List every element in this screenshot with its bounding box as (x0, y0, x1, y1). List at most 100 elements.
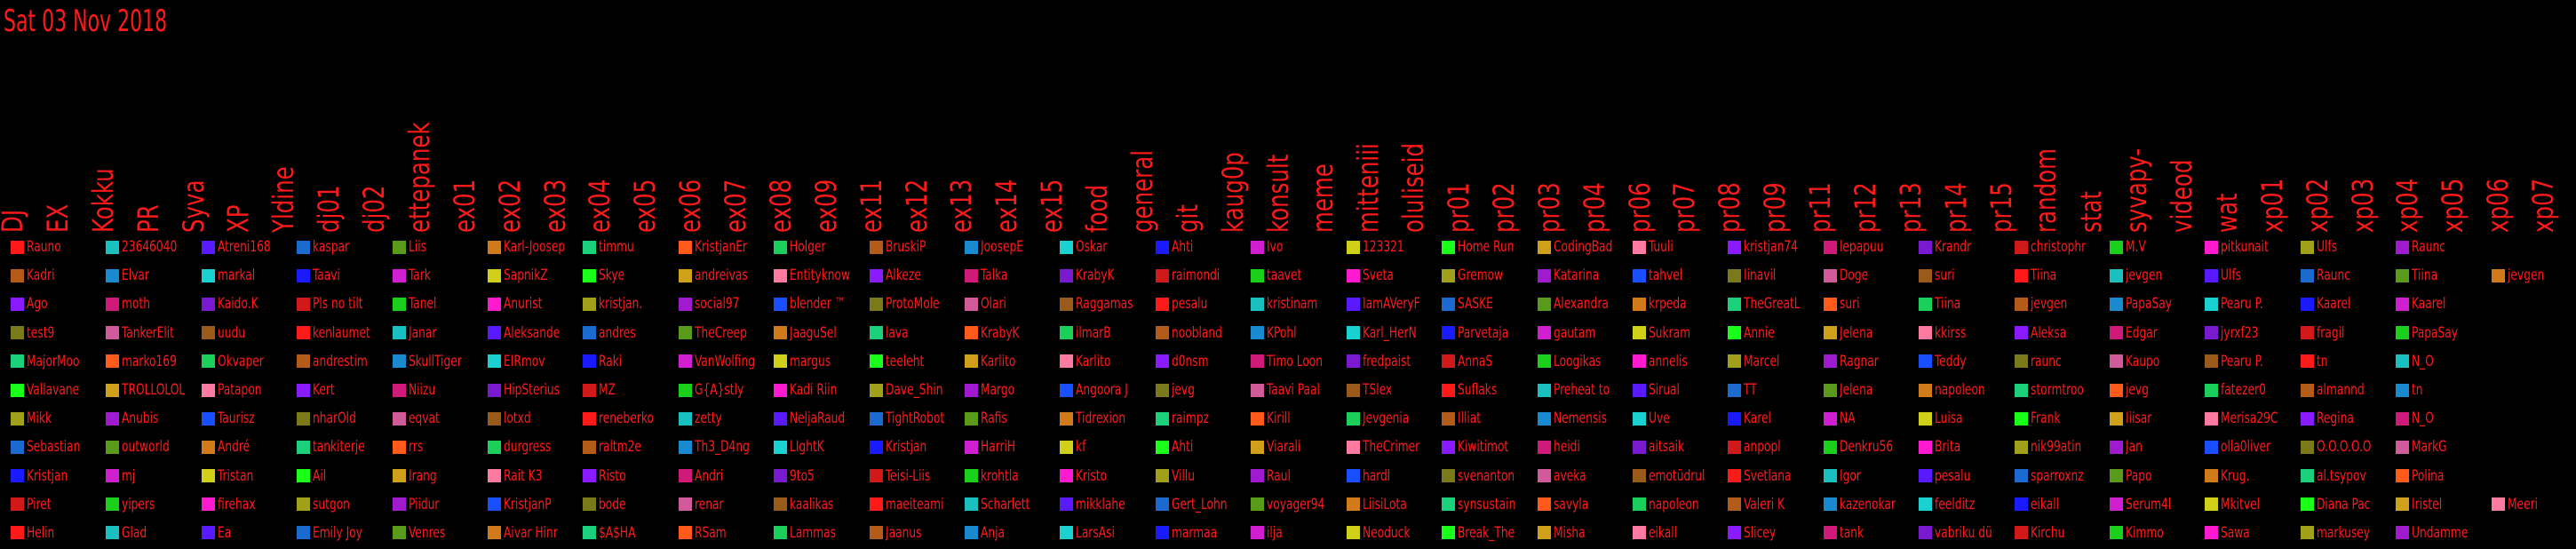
user-name: Gert_Lohn (1171, 495, 1228, 513)
user-color-swatch (1155, 497, 1169, 512)
user-color-swatch (1823, 526, 1837, 540)
user-color-swatch (965, 268, 979, 282)
user-name: Mikk (27, 410, 52, 428)
channel-header-label: PR (131, 204, 165, 233)
user-entry: Raunc (2290, 261, 2385, 290)
user-name: Ulfs (2316, 238, 2337, 257)
user-color-swatch (392, 240, 406, 254)
user-color-swatch (488, 440, 502, 454)
user-entry: marmaa (1145, 519, 1240, 547)
user-name: Mkitvel (2221, 495, 2261, 513)
user-color-swatch (678, 383, 692, 397)
user-entry: Kristjan (859, 433, 954, 461)
user-entry: Raul (1240, 462, 1335, 490)
user-name: Skye (599, 267, 625, 285)
user-name: G{A}stly (694, 381, 744, 400)
channel-header-36: pr06 (1623, 20, 1661, 233)
user-entry: Scharlett (954, 490, 1049, 519)
user-entry: Sveta (1336, 261, 1431, 290)
user-name: stormtroo (2030, 381, 2084, 400)
user-name: markal (217, 267, 256, 285)
user-name: jevg (2125, 381, 2149, 400)
user-entry: Tark (382, 261, 477, 290)
user-name: Elvar (122, 267, 150, 285)
user-entry: Ail (286, 462, 381, 490)
user-name: emotüdrul (1648, 466, 1705, 485)
user-color-swatch (106, 268, 120, 282)
user-name: Glad (122, 523, 147, 542)
user-name: Denkru56 (1839, 438, 1893, 457)
user-entry: Meeri (2481, 490, 2576, 519)
user-entry: blender ™ (763, 290, 858, 318)
user-name: LIghtK (790, 438, 825, 457)
user-color-swatch (869, 240, 883, 254)
user-entry: nharOld (286, 404, 381, 433)
user-name: lotxd (504, 410, 531, 428)
user-color-swatch (2205, 354, 2219, 369)
channel-header-46: stat (2074, 20, 2112, 233)
user-name: raimpz (1171, 410, 1209, 428)
user-color-swatch (965, 497, 979, 512)
user-entry: jevgen (2004, 290, 2099, 318)
user-entry: moth (95, 290, 190, 318)
user-color-swatch (965, 526, 979, 540)
user-color-swatch (1346, 526, 1360, 540)
user-name: Janar (408, 323, 437, 342)
user-entry: Teddy (1908, 347, 2003, 376)
user-entry: Taavi (286, 261, 381, 290)
user-name: TheGreatL (1744, 295, 1801, 314)
user-name: Krandr (1935, 238, 1972, 257)
user-column: christophr Tiina jevgen Aleksa raunc stormtro… (2004, 233, 2099, 547)
user-entry: Karlito (954, 347, 1049, 376)
channel-header-52: xp03 (2346, 20, 2384, 233)
user-color-swatch (2014, 297, 2028, 311)
user-name: Ahti (1171, 238, 1194, 257)
user-name: Karlito (981, 352, 1016, 370)
user-column: Ivo taavet kristinam KPohl Timo Loon Taavi Pa… (1240, 233, 1335, 547)
user-entry (2481, 404, 2576, 433)
user-entry (2481, 290, 2576, 318)
user-name: anpopl (1744, 438, 1782, 457)
user-name: almannd (2316, 381, 2365, 400)
user-color-swatch (583, 497, 597, 512)
user-entry: Skye (572, 261, 667, 290)
user-name: Karl_HerN (1362, 323, 1417, 342)
user-color-swatch (106, 383, 120, 397)
user-color-swatch (297, 497, 311, 512)
user-entry: TankerElit (95, 319, 190, 347)
user-entry: kristjan74 (1717, 233, 1812, 261)
user-entry: olla0liver (2194, 433, 2289, 461)
user-color-swatch (1919, 383, 1933, 397)
user-color-swatch (1346, 440, 1360, 454)
user-color-swatch (1823, 440, 1837, 454)
user-color-swatch (583, 326, 597, 340)
user-color-swatch (1155, 440, 1169, 454)
user-color-swatch (678, 354, 692, 369)
user-name: Timo Loon (1267, 352, 1324, 370)
user-entry: Papo (2099, 462, 2194, 490)
user-entry: KrabyK (954, 319, 1049, 347)
user-entry: Niizu (382, 376, 477, 404)
user-name: test9 (27, 323, 55, 342)
user-color-swatch (1251, 411, 1265, 426)
user-name: Talka (981, 267, 1008, 285)
user-entry: Mikk (0, 404, 95, 433)
user-color-swatch (1346, 497, 1360, 512)
user-name: JaaguSel (790, 323, 838, 342)
user-entry: Krug. (2194, 462, 2289, 490)
channel-header-51: xp02 (2301, 20, 2339, 233)
channel-header-label: ex14 (990, 179, 1024, 233)
user-entry: timmu (572, 233, 667, 261)
channel-header-label: dj02 (357, 185, 392, 233)
user-name: Pls no tilt (313, 295, 363, 314)
user-column: kristjan74 Iinavil TheGreatL Annie Marcel TT K… (1717, 233, 1812, 547)
user-name: durgress (504, 438, 552, 457)
user-entry: kaalikas (763, 490, 858, 519)
user-entry: André (191, 433, 286, 461)
channel-header-label: meme (1306, 163, 1340, 233)
user-color-swatch (2109, 240, 2123, 254)
user-entry (2481, 433, 2576, 461)
user-name: tahvel (1648, 267, 1683, 285)
user-name: Suflaks (1458, 381, 1498, 400)
user-name: Kristo (1076, 466, 1108, 485)
